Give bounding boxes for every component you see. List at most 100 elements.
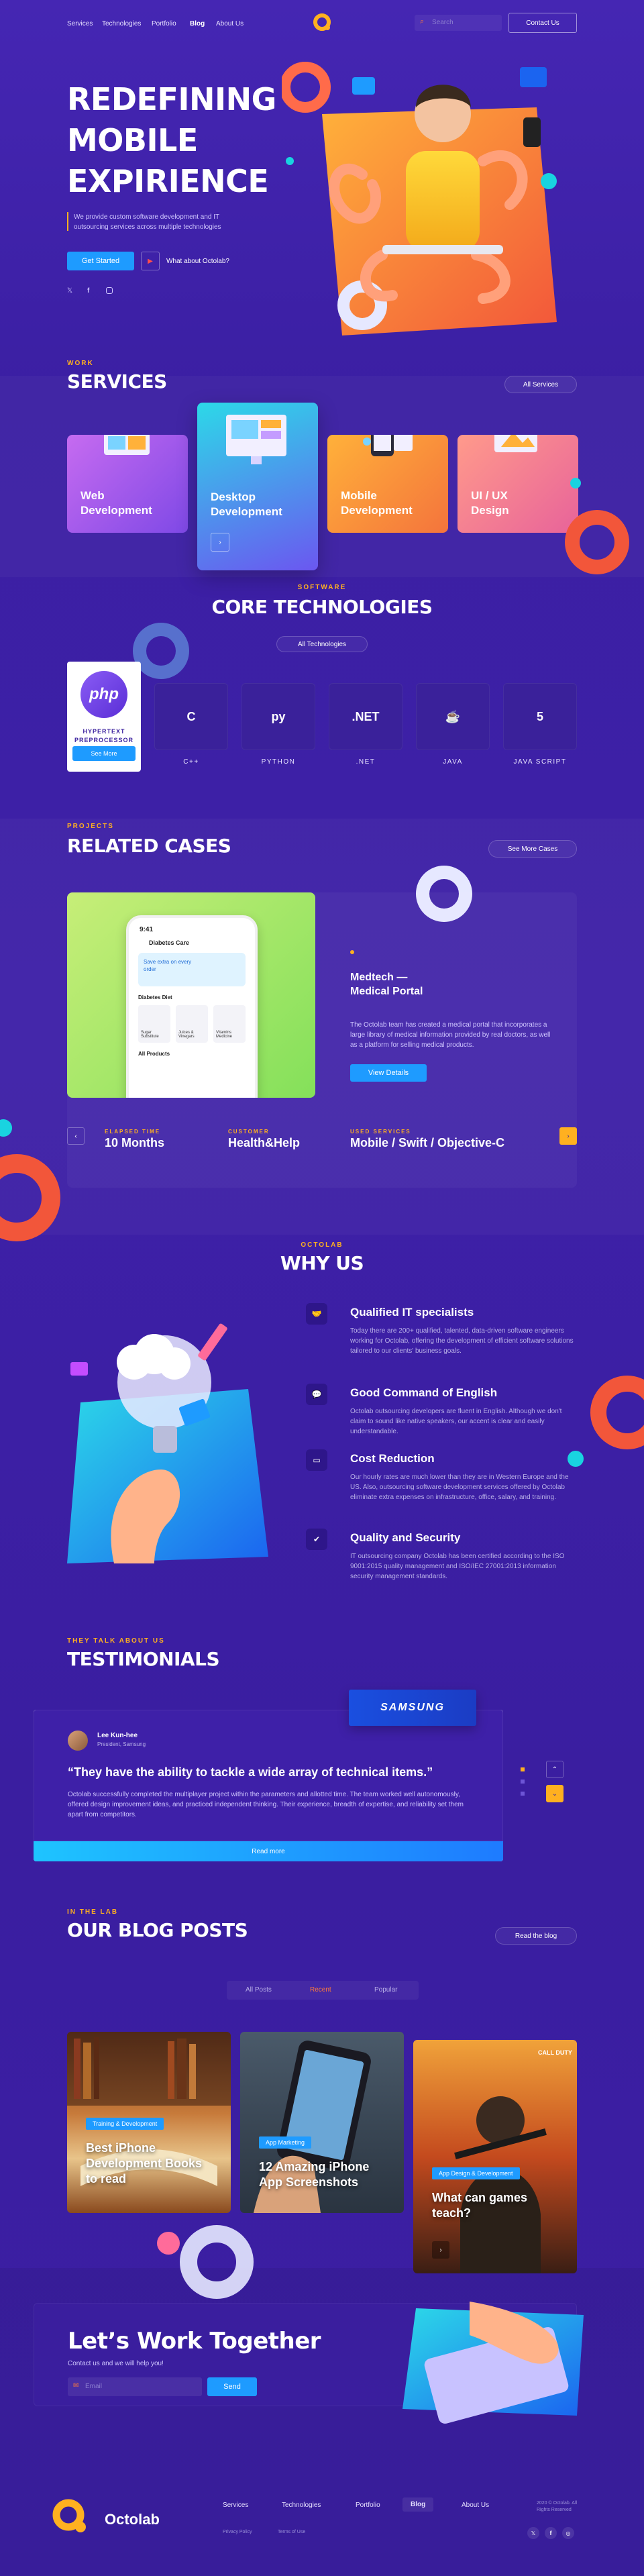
footer-link-about[interactable]: About Us [462,2502,489,2509]
tech-item-java[interactable]: ☕ [416,683,490,750]
case-title: Medtech — Medical Portal [350,972,423,997]
testimonial-dot[interactable] [521,1792,525,1796]
blog-eyebrow: IN THE LAB [67,1908,119,1916]
testimonial-text: Octolab successfully completed the multi… [68,1791,464,1818]
nav-item-technologies[interactable]: Technologies [102,20,141,28]
footer-brand: Octolab [105,2511,160,2528]
samsung-logo: SAMSUNG [349,1690,476,1726]
chevron-right-icon: › [567,1132,570,1140]
service-card-web[interactable]: Web Development [67,435,188,533]
tab-all-posts[interactable]: All Posts [246,1986,272,1994]
footer-link-blog[interactable]: Blog [402,2497,434,2512]
cta-illustration [396,2295,597,2429]
testimonial-dot-active[interactable] [521,1767,525,1771]
testimonial-dot[interactable] [521,1780,525,1784]
twitter-icon[interactable]: 𝕏 [67,287,72,295]
phone-banner: Save extra on every order [138,953,246,986]
tech-featured-php[interactable]: php HYPERTEXT PREPROCESSOR See More [67,662,141,772]
cta-title: Let’s Work Together [68,2328,321,2355]
all-services-button[interactable]: All Services [504,376,577,393]
instagram-icon[interactable]: ◎ [562,2527,574,2539]
dotnet-icon: .NET [352,709,380,723]
case-next-button[interactable]: › [559,1127,577,1145]
why-illustration [54,1302,275,1570]
blog-card-screenshots[interactable]: App Marketing 12 Amazing iPhone App Scree… [240,2032,404,2213]
footer-link-services[interactable]: Services [223,2502,248,2509]
blog-next-button[interactable]: › [432,2241,449,2259]
nav-item-portfolio[interactable]: Portfolio [152,20,176,28]
footer-copyright: 2020 © Octolab. All Rights Reserved [537,2501,578,2512]
all-technologies-button[interactable]: All Technologies [276,636,368,652]
why-item-title: Cost Reduction [350,1452,435,1465]
php-see-more-button[interactable]: See More [72,746,136,761]
hero-social: 𝕏 f [67,287,127,297]
services-title: SERVICES [67,370,167,393]
footer-logo-icon[interactable] [51,2497,89,2535]
case-image[interactable]: 9:41 Diabetes Care Save extra on every o… [67,892,315,1098]
tech-item-python[interactable]: py [241,683,315,750]
hero-title: REDEFINING MOBILE EXPIRIENCE [67,79,276,202]
nav-item-services[interactable]: Services [67,20,93,28]
blog-tag: App Marketing [259,2136,312,2149]
search-input[interactable]: Search [432,19,453,26]
tech-title: CORE TECHNOLOGIES [211,596,433,618]
blog-post-title: Best iPhone Development Books to read [86,2141,203,2185]
arrow-right-icon: › [219,538,221,546]
search-box[interactable]: ⌕ Search [415,15,502,31]
footer-policy[interactable]: Privacy Policy [223,2530,252,2534]
contact-button[interactable]: Contact Us [508,13,577,33]
phone-product-3: Vitamins Medicine [213,1005,246,1043]
game-poster [454,2096,547,2273]
service-card-mobile[interactable]: Mobile Development [327,435,448,533]
testimonial-down-button[interactable]: ⌄ [546,1785,564,1802]
blog-card-books[interactable]: Training & Development Best iPhone Develo… [67,2032,231,2213]
video-label[interactable]: What about Octolab? [166,258,229,265]
footer-link-technologies[interactable]: Technologies [282,2502,321,2509]
play-video-button[interactable]: ▶ [141,252,160,270]
view-details-button[interactable]: View Details [350,1064,427,1082]
logo-icon[interactable] [313,13,331,32]
read-blog-button[interactable]: Read the blog [495,1927,577,1945]
tab-popular[interactable]: Popular [374,1986,397,1994]
service-title-web: Web Development [80,489,152,517]
facebook-icon[interactable]: f [87,287,89,295]
footer-terms[interactable]: Terms of Use [278,2530,305,2534]
service-arrow-button[interactable]: › [211,533,229,552]
service-title-desktop: Desktop Development [211,491,282,518]
tech-item-c-[interactable]: C [154,683,228,750]
get-started-button[interactable]: Get Started [67,252,134,270]
mobile-illustration-icon [358,435,418,462]
instagram-icon[interactable] [106,287,113,294]
python-icon: py [271,709,286,723]
phone-product-2: Juices & Vinegars [176,1005,208,1043]
twitter-icon[interactable]: 𝕏 [527,2527,539,2539]
nav-item-blog[interactable]: Blog [190,20,205,28]
footer-link-portfolio[interactable]: Portfolio [356,2502,380,2509]
see-more-cases-button[interactable]: See More Cases [488,840,577,858]
footer-social: 𝕏 f ◎ [527,2527,588,2539]
testimonial-card: Lee Kun-hee President, Samsung “They hav… [34,1710,503,1861]
javascript-icon: 5 [536,709,543,723]
mail-icon: ✉ [73,2382,79,2389]
blog-card-games[interactable]: CALL DUTY App Design & Development What … [413,2040,577,2273]
read-more-bar[interactable]: Read more [34,1841,503,1861]
tab-recent[interactable]: Recent [310,1986,331,1994]
tech-eyebrow: SOFTWARE [297,584,347,591]
blog-tag: Training & Development [86,2118,164,2130]
testimonials-eyebrow: THEY TALK ABOUT US [67,1637,165,1645]
decor-dot-why [568,1451,584,1467]
why-item-title: Qualified IT specialists [350,1306,474,1319]
service-card-uiux[interactable]: UI / UX Design [458,435,578,533]
nav-item-about[interactable]: About Us [216,20,244,28]
tech-item-java-script[interactable]: 5 [503,683,577,750]
shield-check-icon: ✔ [306,1529,327,1550]
send-button[interactable]: Send [207,2377,257,2396]
service-card-desktop[interactable]: Desktop Development › [197,403,318,570]
facebook-icon[interactable]: f [545,2527,557,2539]
testimonial-up-button[interactable]: ⌃ [546,1761,564,1778]
tech-item--net[interactable]: .NET [329,683,402,750]
email-field[interactable]: ✉ Email [68,2377,202,2396]
testimonial-nav: ⌃ ⌄ [521,1761,564,1821]
case-prev-button[interactable]: ‹ [67,1127,85,1145]
chat-icon: 💬 [306,1384,327,1405]
